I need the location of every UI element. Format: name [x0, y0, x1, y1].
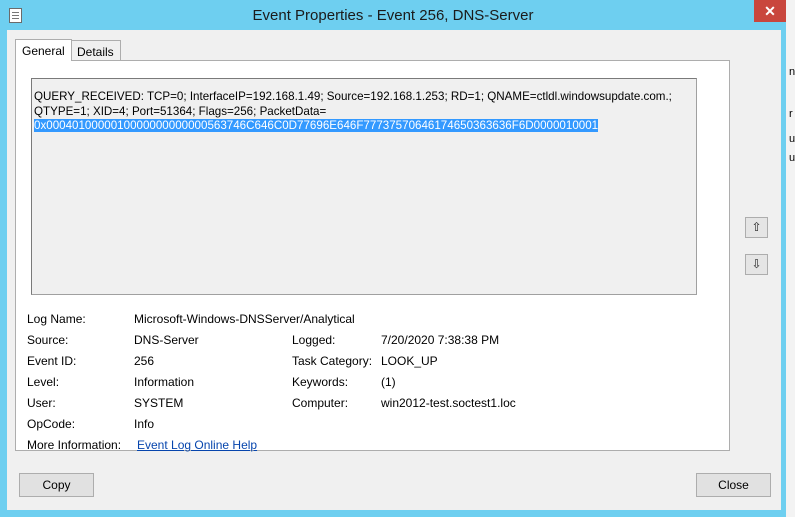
opcode-label: OpCode: [27, 417, 76, 431]
keywords-value: (1) [381, 375, 396, 389]
opcode-value: Info [134, 417, 155, 431]
event-id-value: 256 [134, 354, 155, 368]
background-text-fragment: n [789, 66, 795, 78]
tab-details[interactable]: Details [70, 40, 121, 60]
event-id-label: Event ID: [27, 354, 77, 368]
arrow-down-icon: ⇩ [751, 257, 762, 271]
user-value: SYSTEM [134, 396, 184, 410]
more-information-label: More Information: [27, 438, 122, 452]
background-text-fragment: u [789, 133, 795, 145]
log-name-label: Log Name: [27, 312, 86, 326]
computer-label: Computer: [292, 396, 349, 410]
source-label: Source: [27, 333, 69, 347]
user-label: User: [27, 396, 56, 410]
event-properties-window: Event Properties - Event 256, DNS-Server… [0, 0, 787, 517]
task-category-value: LOOK_UP [381, 354, 438, 368]
description-line-2: QTYPE=1; XID=4; Port=51364; Flags=256; P… [34, 104, 327, 118]
next-event-button[interactable]: ⇩ [745, 254, 768, 275]
packet-data-selection[interactable]: 0x0004010000010000000000000563746C646C0D… [34, 119, 599, 132]
background-window-edge: n r u u [786, 0, 795, 517]
close-icon[interactable]: ✕ [754, 0, 786, 22]
logged-label: Logged: [292, 333, 336, 347]
logged-value: 7/20/2020 7:38:38 PM [381, 333, 500, 347]
title-bar[interactable]: Event Properties - Event 256, DNS-Server… [0, 0, 786, 30]
description-line-1: QUERY_RECEIVED: TCP=0; InterfaceIP=192.1… [34, 90, 672, 103]
source-value: DNS-Server [134, 333, 199, 347]
task-category-label: Task Category: [292, 354, 373, 368]
dialog-client-area: General Details QUERY_RECEIVED: TCP=0; I… [7, 30, 781, 510]
general-tab-panel: QUERY_RECEIVED: TCP=0; InterfaceIP=192.1… [15, 60, 730, 452]
previous-event-button[interactable]: ⇧ [745, 217, 768, 238]
background-text-fragment: u [789, 152, 795, 164]
event-description[interactable]: QUERY_RECEIVED: TCP=0; InterfaceIP=192.1… [31, 78, 697, 295]
tab-general[interactable]: General [15, 39, 72, 61]
window-title: Event Properties - Event 256, DNS-Server [252, 7, 534, 24]
log-name-value: Microsoft-Windows-DNSServer/Analytical [134, 312, 355, 326]
close-button[interactable]: Close [696, 473, 771, 497]
level-value: Information [134, 375, 195, 389]
keywords-label: Keywords: [292, 375, 349, 389]
background-text-fragment: r [789, 108, 793, 120]
computer-value: win2012-test.soctest1.loc [381, 396, 516, 410]
event-log-online-help-link[interactable]: Event Log Online Help [137, 438, 257, 452]
copy-button[interactable]: Copy [19, 473, 94, 497]
level-label: Level: [27, 375, 60, 389]
arrow-up-icon: ⇧ [751, 220, 762, 234]
